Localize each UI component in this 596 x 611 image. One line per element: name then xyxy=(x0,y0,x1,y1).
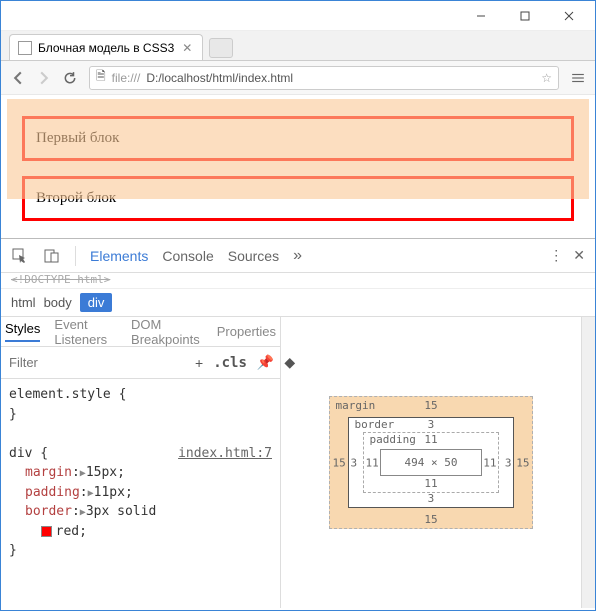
rule-close: } xyxy=(9,541,272,561)
rule-elementstyle[interactable]: element.style { xyxy=(9,385,272,405)
close-button[interactable] xyxy=(547,2,591,30)
reload-button[interactable] xyxy=(61,69,79,87)
tab-title: Блочная модель в CSS3 xyxy=(38,41,174,55)
new-tab-button[interactable] xyxy=(209,38,233,58)
crumb-div[interactable]: div xyxy=(80,293,113,312)
block-1: Первый блок xyxy=(22,116,574,161)
bookmark-icon[interactable]: ☆ xyxy=(541,71,552,85)
tab-console[interactable]: Console xyxy=(162,248,213,264)
page-icon: 🗎 xyxy=(96,67,106,88)
tab-elements[interactable]: Elements xyxy=(90,248,148,264)
device-icon[interactable] xyxy=(43,247,61,265)
color-swatch[interactable] xyxy=(41,526,52,537)
file-icon xyxy=(18,41,32,55)
crumb-body[interactable]: body xyxy=(44,295,72,310)
pin-icon[interactable]: 📌 xyxy=(257,354,274,371)
inspect-icon[interactable] xyxy=(11,247,29,265)
rule-close: } xyxy=(9,405,272,425)
close-tab-icon[interactable]: ✕ xyxy=(180,41,194,55)
subtab-props[interactable]: Properties xyxy=(217,324,276,339)
tab-sources[interactable]: Sources xyxy=(228,248,279,264)
cls-toggle[interactable]: .cls xyxy=(213,355,247,371)
menu-button[interactable] xyxy=(569,69,587,87)
subtab-eventlisteners[interactable]: Event Listeners xyxy=(54,317,117,347)
rule-div[interactable]: div { index.html:7 xyxy=(9,444,272,464)
maximize-button[interactable] xyxy=(503,2,547,30)
url-input[interactable]: 🗎 file:/// D:/localhost/html/index.html ☆ xyxy=(89,66,559,90)
content-size: 494 × 50 xyxy=(380,449,483,476)
back-button[interactable] xyxy=(9,69,27,87)
devtools-close-icon[interactable]: ✕ xyxy=(573,247,585,264)
forward-button[interactable] xyxy=(35,69,53,87)
kebab-icon[interactable]: ⋮ xyxy=(549,247,563,264)
prop-border-color[interactable]: red; xyxy=(9,522,272,542)
subtab-styles[interactable]: Styles xyxy=(5,321,40,342)
scrollbar[interactable] xyxy=(581,317,595,608)
filter-input[interactable] xyxy=(9,355,185,370)
prop-margin[interactable]: margin:▶15px; xyxy=(9,463,272,483)
box-model: margin 15 15 15 15 border 3 3 3 3 paddin… xyxy=(329,396,534,529)
crumb-html[interactable]: html xyxy=(11,295,36,310)
block-2: Второй блок xyxy=(22,176,574,221)
url-path: D:/localhost/html/index.html xyxy=(146,71,293,85)
page-content: Первый блок Второй блок xyxy=(1,95,595,238)
minimize-button[interactable] xyxy=(459,2,503,30)
prop-border[interactable]: border:▶3px solid xyxy=(9,502,272,522)
url-scheme: file:/// xyxy=(112,71,141,85)
add-rule-icon[interactable]: + xyxy=(195,355,203,371)
doctype-line: <!DOCTYPE html> xyxy=(1,273,595,289)
subtab-dombp[interactable]: DOM Breakpoints xyxy=(131,317,203,347)
browser-tab[interactable]: Блочная модель в CSS3 ✕ xyxy=(9,34,203,60)
source-link[interactable]: index.html:7 xyxy=(178,444,272,464)
prop-padding[interactable]: padding:▶11px; xyxy=(9,483,272,503)
more-tabs-icon[interactable]: » xyxy=(293,247,302,265)
